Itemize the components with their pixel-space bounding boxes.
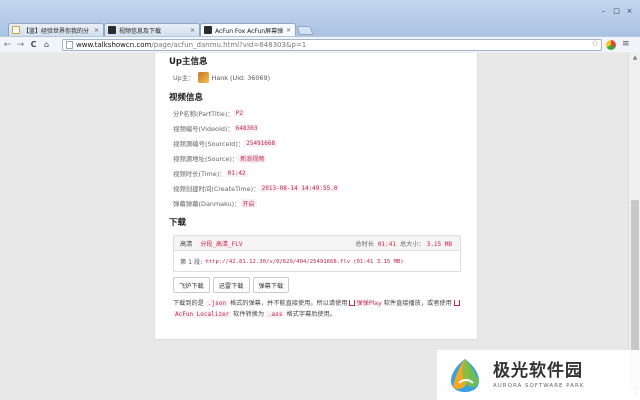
part-meta: (01:41 3.15 MB) xyxy=(353,258,404,265)
note-text: 软件转换为 xyxy=(233,311,265,318)
download-header: 高清 分段_高清_FLV 总时长 01:41 总大小： 3.15 MB xyxy=(174,236,460,251)
watermark-cn: 极光软件园 xyxy=(493,361,583,381)
row-value: 648303 xyxy=(233,125,260,132)
usage-note: 下载到的是 .json 格式的弹幕，并不能直接使用。所以请使用 弹弹Play 软… xyxy=(173,298,463,320)
video-section-title: 视频信息 xyxy=(169,93,204,103)
close-icon[interactable]: × xyxy=(189,27,196,34)
close-icon[interactable]: × xyxy=(93,27,100,34)
total-size-value: 3.15 MB xyxy=(424,240,454,248)
address-bar[interactable]: www.talkshowcn.com/page/acfun_danmu.html… xyxy=(62,39,602,51)
total-time-label: 总时长 xyxy=(355,240,374,248)
video-info-row: 视频源地址(Source)： 新浪视频 xyxy=(173,154,267,163)
part-url-link[interactable]: http://42.81.12.30/v/0/629/404/25491668.… xyxy=(205,259,350,265)
total-size-label: 总大小： xyxy=(399,240,425,248)
row-value: 01:42 xyxy=(225,170,248,177)
row-label: 视频源编号(SourceId)： xyxy=(173,140,245,148)
download-box: 高清 分段_高清_FLV 总时长 01:41 总大小： 3.15 MB 第 1 段… xyxy=(173,235,461,272)
uploader-uid: (Uid: 36069) xyxy=(230,73,271,82)
row-value: 2013-08-14 14:49:55.0 xyxy=(259,185,340,192)
minimize-button[interactable]: – xyxy=(597,6,610,16)
chrome-extension-icon[interactable] xyxy=(606,40,616,50)
row-label: 视频编号(VideoId)： xyxy=(173,125,234,133)
note-text: 格式的弹幕，并不能直接使用。所以请使用 xyxy=(229,300,348,307)
page-viewport: Up主信息 Up主： Hank (Uid: 36069) 视频信息 分P名称(P… xyxy=(0,53,628,400)
url-path: /page/acfun_danmu.html?vid=648303&p=1 xyxy=(151,41,307,49)
vertical-scrollbar[interactable]: ▲ ▼ xyxy=(628,53,640,400)
row-value: 新浪视频 xyxy=(238,154,267,163)
uploader-label: Up主： xyxy=(173,74,195,82)
menu-icon[interactable]: ≡ xyxy=(622,39,630,49)
document-icon xyxy=(12,26,20,34)
watermark-en: AURORA SOFTWARE PARK xyxy=(493,383,585,389)
tab-1[interactable]: 【蓝】经验世界你我的分 × xyxy=(8,23,104,36)
video-info-row: 分P名称(PartTitle)： P2 xyxy=(173,109,245,118)
row-label: 分P名称(PartTitle)： xyxy=(173,110,234,118)
uploader-row: Up主： Hank (Uid: 36069) xyxy=(173,72,270,83)
aurora-logo-icon xyxy=(451,359,479,392)
total-time-value: 01:41 xyxy=(375,240,398,248)
download-section-title: 下载 xyxy=(169,218,187,228)
tab-3[interactable]: AcFun Fox AcFun屏幕弹 × xyxy=(200,23,296,36)
close-icon[interactable]: × xyxy=(285,27,292,34)
home-button[interactable]: ⌂ xyxy=(41,39,52,51)
download-meta: 总时长 01:41 总大小： 3.15 MB xyxy=(355,239,454,248)
video-info-row: 视频源编号(SourceId)： 25491668 xyxy=(173,139,278,148)
download-icon xyxy=(349,300,356,306)
quality-label: 高清 xyxy=(180,240,193,248)
avatar[interactable] xyxy=(197,72,209,83)
video-info-row: 视频创建时间(CreateTime)： 2013-08-14 14:49:55.0 xyxy=(173,184,340,193)
danmaku-play-link[interactable]: 弹弹Play xyxy=(349,300,382,307)
note-code: .json xyxy=(205,300,228,307)
tab-title: 视频信息及下载 xyxy=(119,27,162,35)
note-text: 下载到的是 xyxy=(173,300,204,307)
toolbar: ← → C ⌂ www.talkshowcn.com/page/acfun_da… xyxy=(0,36,640,52)
scroll-up-arrow-icon[interactable]: ▲ xyxy=(631,54,639,62)
row-value: 开启 xyxy=(240,199,257,208)
site-icon xyxy=(108,26,116,34)
link-label: AcFun Localizer xyxy=(173,311,232,318)
video-info-row: 弹幕弹幕(Danmaku)： 开启 xyxy=(173,199,257,208)
row-value: 25491668 xyxy=(244,140,278,147)
thunder-download-button[interactable]: 迅雷下载 xyxy=(212,277,250,293)
reload-button[interactable]: C xyxy=(28,39,39,51)
bookmark-star-icon[interactable]: ☆ xyxy=(591,39,599,49)
row-value: P2 xyxy=(233,110,245,117)
tab-strip: 【蓝】经验世界你我的分 × 视频信息及下载 × AcFun Fox AcFun屏… xyxy=(0,0,640,36)
video-info-row: 视频时长(Time)： 01:42 xyxy=(173,169,248,178)
forward-button[interactable]: → xyxy=(15,39,26,51)
part-label: 第 1 段: xyxy=(180,259,203,266)
page-icon xyxy=(66,41,73,49)
row-label: 弹幕弹幕(Danmaku)： xyxy=(173,200,241,208)
video-info-row: 视频编号(VideoId)： 648303 xyxy=(173,124,260,133)
url-domain: www.talkshowcn.com xyxy=(76,41,152,49)
flashget-download-button[interactable]: 飞炉下载 xyxy=(173,277,210,293)
note-code: .ass xyxy=(266,311,285,318)
tab-title: 【蓝】经验世界你我的分 xyxy=(23,27,90,35)
row-label: 视频时长(Time)： xyxy=(173,170,226,178)
watermark-text: 极光软件园 AURORA SOFTWARE PARK xyxy=(493,361,584,389)
site-icon xyxy=(204,26,212,34)
maximize-button[interactable]: □ xyxy=(610,6,623,16)
window-controls: – □ × xyxy=(597,6,636,16)
uploader-section-title: Up主信息 xyxy=(169,57,208,67)
new-tab-button[interactable] xyxy=(296,26,314,35)
back-button[interactable]: ← xyxy=(2,39,13,51)
row-label: 视频源地址(Source)： xyxy=(173,155,239,163)
download-part: 第 1 段: http://42.81.12.30/v/0/629/404/25… xyxy=(180,257,404,267)
format-value: 分段_高清_FLV xyxy=(198,238,245,248)
danmaku-download-button[interactable]: 弹幕下载 xyxy=(252,277,290,293)
content-panel: Up主信息 Up主： Hank (Uid: 36069) 视频信息 分P名称(P… xyxy=(154,53,478,340)
download-button-row: 飞炉下载 迅雷下载 弹幕下载 xyxy=(173,277,290,293)
download-icon xyxy=(453,300,460,306)
tab-2[interactable]: 视频信息及下载 × xyxy=(104,23,200,36)
note-text: 格式字幕后使用。 xyxy=(286,311,336,318)
note-text: 软件直接播放，或者使用 xyxy=(383,300,452,307)
link-label: 弹弹Play xyxy=(356,300,382,307)
row-label: 视频创建时间(CreateTime)： xyxy=(173,185,260,193)
close-window-button[interactable]: × xyxy=(623,6,636,16)
tab-title: AcFun Fox AcFun屏幕弹 xyxy=(215,27,284,35)
browser-chrome: 【蓝】经验世界你我的分 × 视频信息及下载 × AcFun Fox AcFun屏… xyxy=(0,0,640,52)
watermark: 极光软件园 AURORA SOFTWARE PARK xyxy=(437,350,640,400)
uploader-name[interactable]: Hank xyxy=(212,74,228,82)
